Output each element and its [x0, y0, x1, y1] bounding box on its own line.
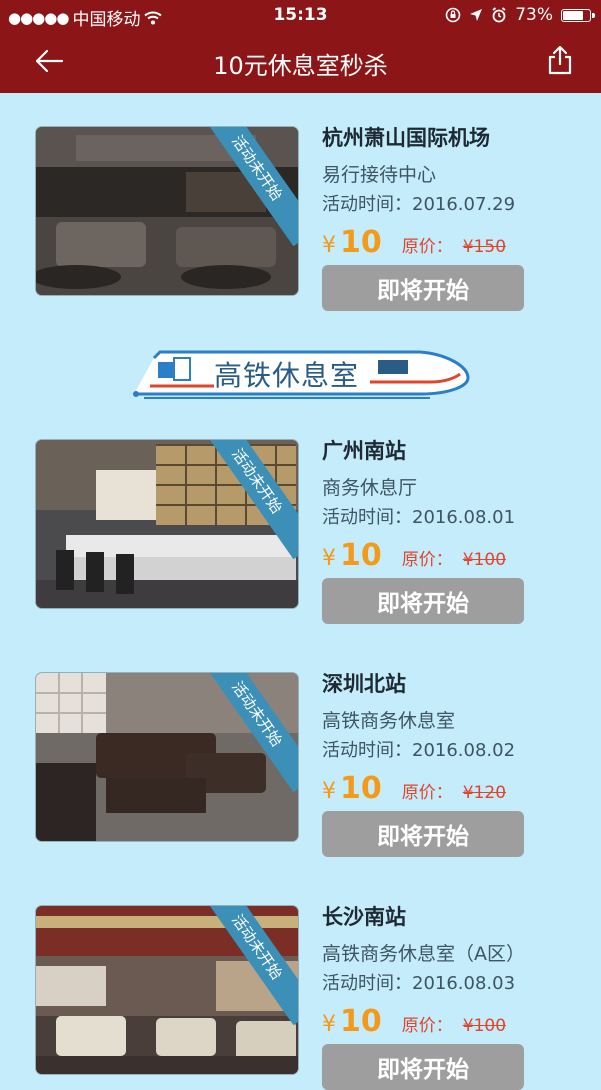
coming-soon-button[interactable]: 即将开始 [322, 265, 524, 311]
lounge-subtitle: 易行接待中心 [322, 164, 437, 186]
price-row: ¥ 10 原价： ¥150 [322, 225, 582, 265]
lounge-photo: 活动未开始 [36, 906, 298, 1074]
lounge-subtitle: 高铁商务休息室（A区） [322, 943, 525, 965]
lounge-card[interactable]: 活动未开始 广州南站 商务休息厅 活动时间：2016.08.01 ¥ 10 原价… [0, 440, 601, 624]
coming-soon-button[interactable]: 即将开始 [322, 811, 524, 857]
lounge-photo: 活动未开始 [36, 127, 298, 295]
sale-price: 10 [340, 538, 382, 573]
currency-symbol: ¥ [322, 1012, 336, 1037]
lounge-info: 长沙南站 高铁商务休息室（A区） 活动时间：2016.08.03 ¥ 10 原价… [322, 906, 582, 1090]
price-row: ¥ 10 原价： ¥100 [322, 1004, 582, 1044]
section-title: 高铁休息室 [214, 359, 360, 392]
price-row: ¥ 10 原价： ¥100 [322, 538, 582, 578]
lounge-info: 杭州萧山国际机场 易行接待中心 活动时间：2016.07.29 ¥ 10 原价：… [322, 127, 582, 311]
lounge-subtitle: 高铁商务休息室 [322, 710, 456, 732]
coming-soon-button[interactable]: 即将开始 [322, 1044, 524, 1090]
lounge-name: 广州南站 [322, 439, 406, 463]
nav-header: 10元休息室秒杀 [0, 30, 601, 93]
sale-price: 10 [340, 771, 382, 806]
section-banner: 高铁休息室 [130, 344, 470, 402]
lounge-name: 深圳北站 [322, 672, 406, 696]
event-time: 活动时间：2016.07.29 [322, 194, 516, 215]
original-price: ¥100 [462, 1016, 507, 1036]
sale-price: 10 [340, 225, 382, 260]
sale-price: 10 [340, 1004, 382, 1039]
share-icon[interactable] [547, 45, 573, 75]
battery-percent: 73% [515, 5, 553, 25]
currency-symbol: ¥ [322, 546, 336, 571]
price-row: ¥ 10 原价： ¥120 [322, 771, 582, 811]
event-time: 活动时间：2016.08.01 [322, 507, 516, 528]
event-time: 活动时间：2016.08.02 [322, 740, 516, 761]
original-price: ¥100 [462, 550, 507, 570]
coming-soon-button[interactable]: 即将开始 [322, 578, 524, 624]
lounge-subtitle: 商务休息厅 [322, 477, 418, 499]
lounge-name: 长沙南站 [322, 905, 406, 929]
lounge-photo: 活动未开始 [36, 440, 298, 608]
lounge-photo: 活动未开始 [36, 673, 298, 841]
battery-icon [561, 8, 595, 22]
location-icon [470, 9, 483, 21]
original-price: ¥150 [462, 237, 507, 257]
original-price-label: 原价： [401, 550, 453, 570]
lounge-card[interactable]: 活动未开始 杭州萧山国际机场 易行接待中心 活动时间：2016.07.29 ¥ … [0, 127, 601, 311]
event-time: 活动时间：2016.08.03 [322, 973, 516, 994]
lounge-card[interactable]: 活动未开始 长沙南站 高铁商务休息室（A区） 活动时间：2016.08.03 ¥… [0, 906, 601, 1090]
currency-symbol: ¥ [322, 233, 336, 258]
lounge-info: 深圳北站 高铁商务休息室 活动时间：2016.08.02 ¥ 10 原价： ¥1… [322, 673, 582, 857]
status-bar: ●●●●● 中国移动 15:13 73% [0, 0, 601, 30]
lounge-card[interactable]: 活动未开始 深圳北站 高铁商务休息室 活动时间：2016.08.02 ¥ 10 … [0, 673, 601, 857]
original-price-label: 原价： [401, 237, 453, 257]
lounge-info: 广州南站 商务休息厅 活动时间：2016.08.01 ¥ 10 原价： ¥100… [322, 440, 582, 624]
status-right: 73% [445, 5, 595, 25]
original-price: ¥120 [462, 783, 507, 803]
alarm-icon [492, 7, 506, 23]
lounge-name: 杭州萧山国际机场 [322, 126, 490, 150]
currency-symbol: ¥ [322, 779, 336, 804]
original-price-label: 原价： [401, 1016, 453, 1036]
original-price-label: 原价： [401, 783, 453, 803]
rotation-lock-icon [445, 7, 461, 23]
page-title: 10元休息室秒杀 [213, 52, 388, 80]
